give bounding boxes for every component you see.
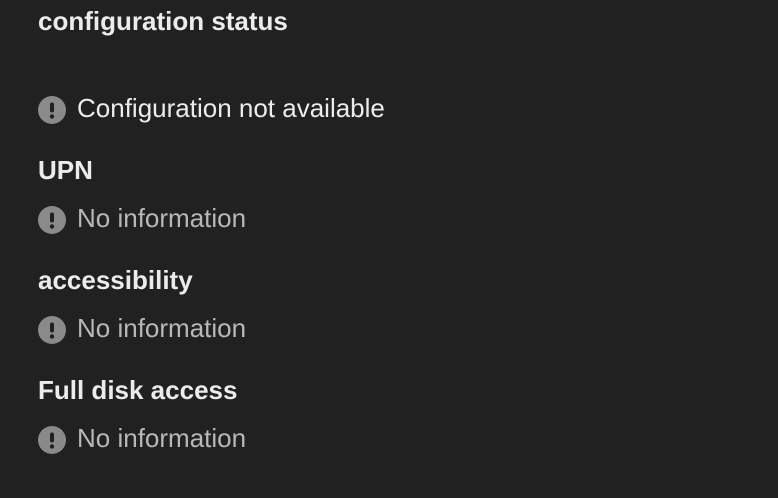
upn-label: UPN xyxy=(38,155,93,185)
configuration-status-text: Configuration not available xyxy=(77,93,385,123)
accessibility-status-text: No information xyxy=(77,313,247,343)
upn-status-row: No information xyxy=(38,202,246,234)
upn-status-text: No information xyxy=(77,203,247,233)
exclamation-circle-icon xyxy=(38,206,66,234)
section-title: configuration status xyxy=(38,6,288,36)
exclamation-circle-icon xyxy=(38,426,66,454)
exclamation-circle-icon xyxy=(38,316,66,344)
full-disk-access-status-text: No information xyxy=(77,423,247,453)
full-disk-access-status-row: No information xyxy=(38,422,246,454)
accessibility-status-row: No information xyxy=(38,312,246,344)
accessibility-label: accessibility xyxy=(38,265,193,295)
configuration-status-row: Configuration not available xyxy=(38,92,385,124)
full-disk-access-label: Full disk access xyxy=(38,375,238,405)
exclamation-circle-icon xyxy=(38,96,66,124)
